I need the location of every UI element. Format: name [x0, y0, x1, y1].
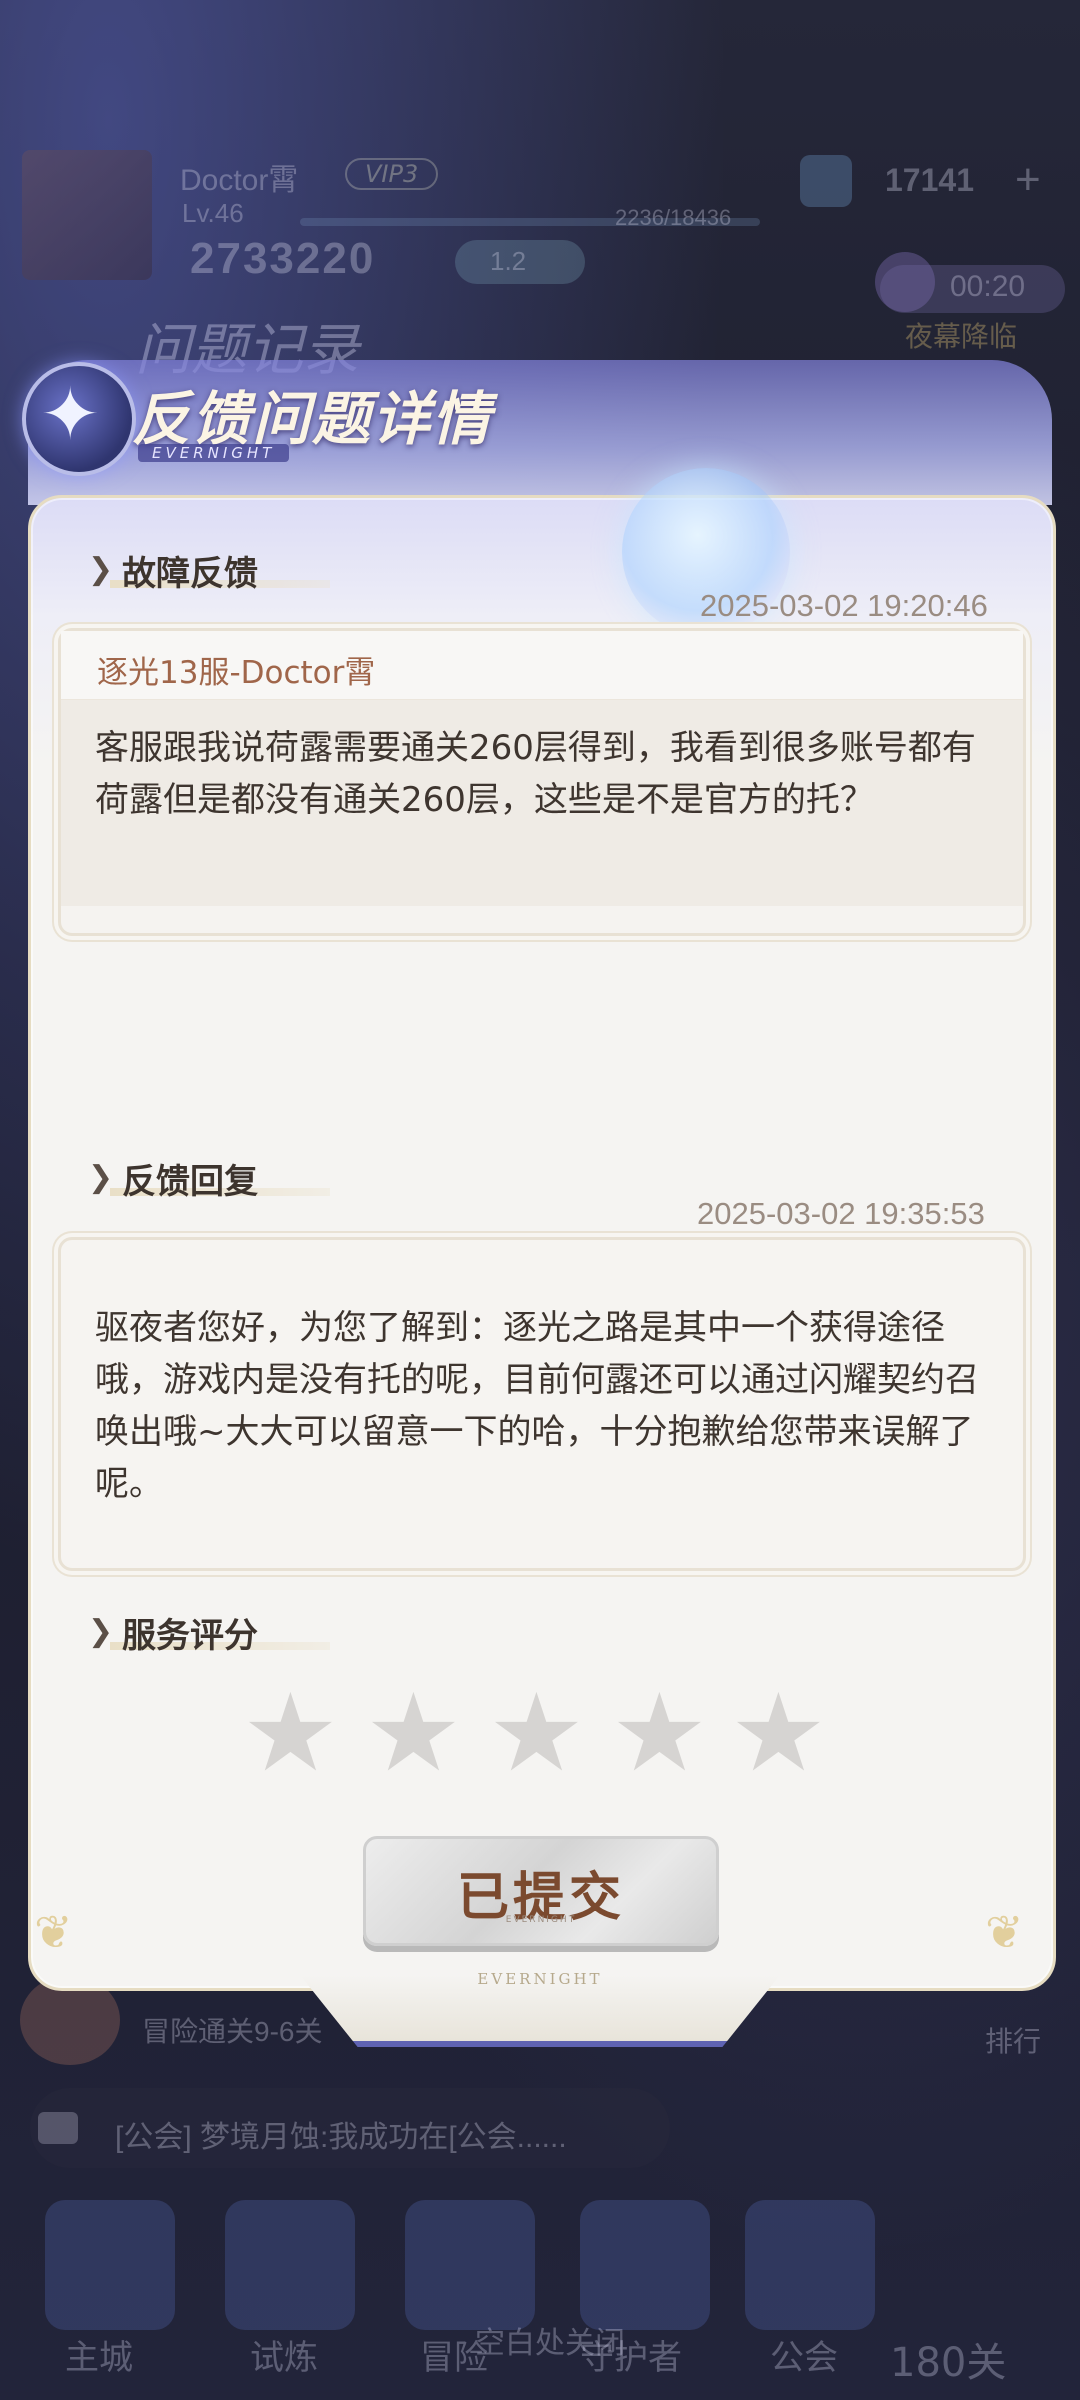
add-gems-button[interactable]: +: [1015, 155, 1041, 205]
nav-guardian-icon[interactable]: [580, 2200, 710, 2330]
submitted-button-sublabel: EVERNIGHT: [505, 1915, 577, 1925]
reply-content: 驱夜者您好，为您了解到：逐光之路是其中一个获得途径哦，游戏内是没有托的呢，目前何…: [95, 1308, 979, 1504]
reply-heading: 反馈回复: [122, 1162, 258, 1202]
nav-trial[interactable]: 试炼: [250, 2330, 318, 2379]
player-avatar: [22, 150, 152, 280]
rating-star-5-icon[interactable]: ★: [730, 1680, 827, 1788]
reply-timestamp: 2025-03-02 19:35:53: [697, 1196, 985, 1231]
fault-content: 客服跟我说荷露需要通关260层得到，我看到很多账号都有荷露但是都没有通关260层…: [95, 728, 976, 820]
rating-heading: 服务评分: [122, 1616, 258, 1656]
rating-star-4-icon[interactable]: ★: [611, 1680, 708, 1788]
server-player-name: 逐光13服-Doctor霄: [97, 655, 376, 691]
rating-star-2-icon[interactable]: ★: [365, 1680, 462, 1788]
rating-star-3-icon[interactable]: ★: [488, 1680, 585, 1788]
rank-button[interactable]: 排行: [985, 2020, 1041, 2060]
fault-timestamp: 2025-03-02 19:20:46: [700, 588, 988, 623]
player-level: Lv.46: [182, 198, 244, 228]
quest-text: 冒险通关9-6关: [142, 2016, 323, 2047]
gem-icon: [800, 155, 852, 207]
fault-card: 逐光13服-Doctor霄 客服跟我说荷露需要通关260层得到，我看到很多账号都…: [58, 628, 1026, 936]
nav-adventure-icon[interactable]: [405, 2200, 535, 2330]
vip-badge: VIP3: [345, 158, 439, 190]
player-name: Doctor霄: [180, 164, 299, 197]
chat-icon: [38, 2112, 78, 2144]
corner-ornament-right-icon: ❦: [985, 1905, 1024, 1959]
submitted-button[interactable]: 已提交 EVERNIGHT: [363, 1836, 719, 1946]
corner-ornament-left-icon: ❦: [34, 1905, 73, 1959]
reply-card: 驱夜者您好，为您了解到：逐光之路是其中一个获得途径哦，游戏内是没有托的呢，目前何…: [58, 1237, 1026, 1571]
fault-card-body: 客服跟我说荷露需要通关260层得到，我看到很多账号都有荷露但是都没有通关260层…: [61, 700, 1023, 906]
nav-main-city-icon[interactable]: [45, 2200, 175, 2330]
exp-text: 2236/18436: [615, 205, 732, 230]
tap-to-close-hint: 空白处关闭: [475, 2326, 625, 2361]
nav-trial-icon[interactable]: [225, 2200, 355, 2330]
event-name: 夜幕降临: [905, 320, 1018, 353]
event-timer-text: 00:20: [950, 270, 1026, 303]
fault-card-header: 逐光13服-Doctor霄: [61, 631, 1023, 700]
compass-star-icon: ✦: [40, 372, 101, 456]
gold-badge-text: 1.2: [490, 246, 527, 276]
panel-footer-logo: EVERNIGHT: [477, 1970, 603, 1988]
stage-progress: 180关: [890, 2340, 1007, 2386]
panel-subtitle: EVERNIGHT: [138, 444, 290, 462]
rating-star-1-icon[interactable]: ★: [242, 1680, 339, 1788]
fault-heading: 故障反馈: [122, 554, 258, 594]
gold-amount: 2733220: [190, 234, 376, 283]
nav-guild-icon[interactable]: [745, 2200, 875, 2330]
gem-count: 17141: [885, 162, 974, 198]
chat-text: [公会] 梦境月蚀:我成功在[公会......: [115, 2121, 567, 2154]
nav-main-city[interactable]: 主城: [65, 2330, 133, 2379]
nav-guild[interactable]: 公会: [770, 2330, 838, 2379]
